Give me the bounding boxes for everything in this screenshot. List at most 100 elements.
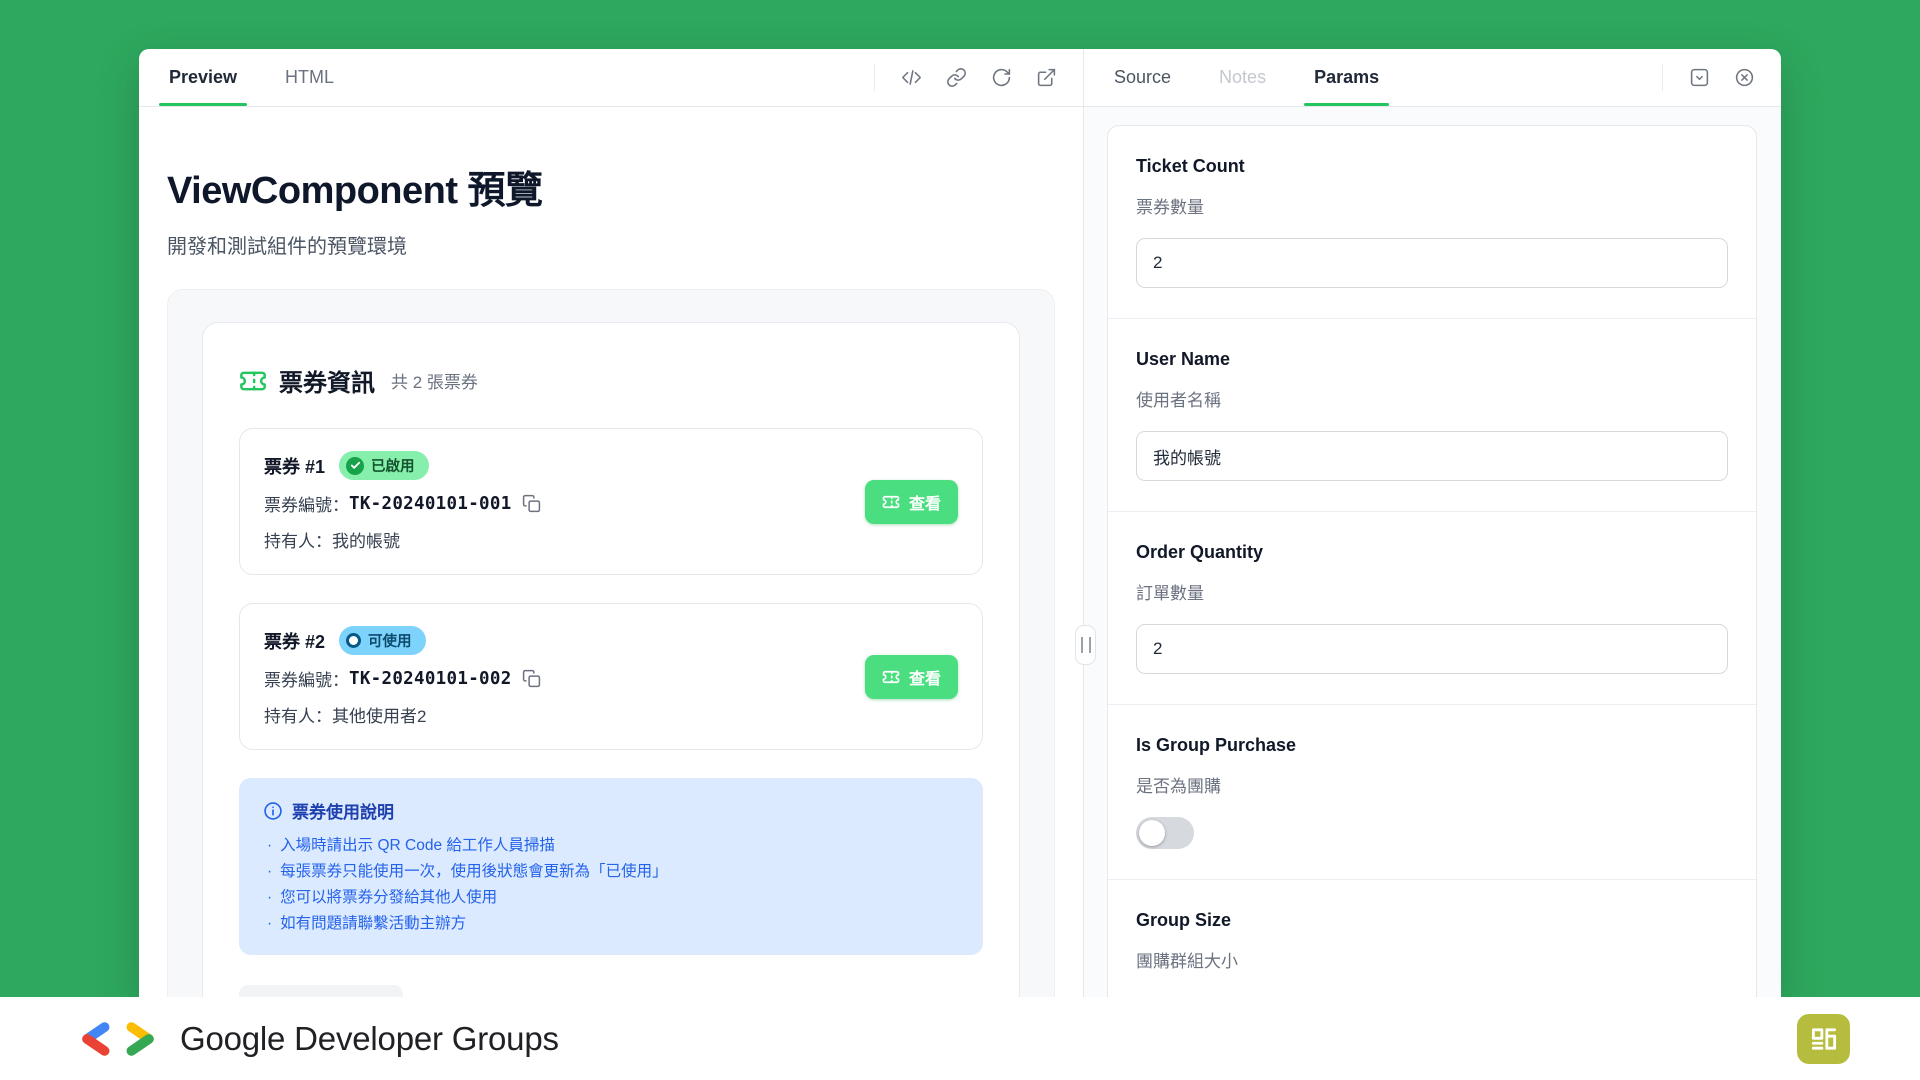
ticket-icon — [882, 668, 900, 686]
ticket-holder: 持有人：我的帳號 — [264, 527, 400, 552]
toolbar-spacer — [1379, 49, 1662, 106]
tab-preview[interactable]: Preview — [169, 49, 237, 106]
ticket-name: 票券 #1 — [264, 453, 325, 479]
tab-params[interactable]: Params — [1314, 49, 1379, 106]
badge-label: 可使用 — [368, 630, 412, 651]
bullet: · — [267, 859, 272, 885]
ticket-card: 票券 #2 可使用 票券編號： TK-20240101-002 — [239, 603, 983, 750]
ticket-count-label: 共 2 張票券 — [391, 368, 478, 393]
param-label: Ticket Count — [1136, 156, 1728, 177]
app-window: Preview HTML — [139, 49, 1781, 997]
link-icon[interactable] — [946, 67, 967, 88]
footer: Google Developer Groups — [0, 997, 1920, 1080]
param-section-user-name: User Name 使用者名稱 — [1108, 318, 1756, 511]
panel-actions — [1663, 49, 1781, 106]
copy-icon[interactable] — [522, 669, 541, 688]
toolbar: Preview HTML — [139, 49, 1781, 107]
status-badge-available: 可使用 — [339, 626, 426, 655]
info-list-item: · 您可以將票券分發給其他人使用 — [267, 885, 959, 911]
tab-html-label: HTML — [285, 67, 334, 88]
param-sublabel: 訂單數量 — [1136, 579, 1728, 604]
slide-background: Preview HTML — [0, 0, 1920, 1080]
panel-toggle-icon[interactable] — [1689, 67, 1710, 88]
ticket-number-label: 票券編號： — [264, 491, 349, 516]
param-section-order-quantity: Order Quantity 訂單數量 — [1108, 511, 1756, 704]
info-title: 票券使用說明 — [292, 798, 394, 823]
close-circle-icon[interactable] — [1734, 67, 1755, 88]
param-sublabel: 是否為團購 — [1136, 772, 1728, 797]
tab-notes-label: Notes — [1219, 67, 1266, 88]
refresh-icon[interactable] — [991, 67, 1012, 88]
split-panes: ViewComponent 預覽 開發和測試組件的預覽環境 票券資訊 共 2 張… — [139, 107, 1781, 997]
copy-icon[interactable] — [522, 494, 541, 513]
badge-label: 已啟用 — [371, 455, 415, 476]
page-subtitle: 開發和測試組件的預覽環境 — [167, 230, 1055, 259]
tab-preview-label: Preview — [169, 67, 237, 88]
ticket-section-header: 票券資訊 共 2 張票券 — [239, 363, 983, 398]
gdg-logo-icon — [80, 1020, 156, 1058]
preview-actions — [875, 49, 1083, 106]
view-button-label: 查看 — [909, 490, 941, 514]
grip-icon — [1081, 637, 1091, 653]
preview-canvas: 票券資訊 共 2 張票券 票券 #1 — [167, 289, 1055, 997]
section-title: 票券資訊 — [279, 363, 375, 398]
ticket-info: 票券 #1 已啟用 票券編號： — [264, 451, 865, 552]
tab-params-label: Params — [1314, 67, 1379, 88]
info-list-item: · 如有問題請聯繫活動主辦方 — [267, 911, 959, 937]
info-list-item: · 入場時請出示 QR Code 給工作人員掃描 — [267, 833, 959, 859]
ticket-info: 票券 #2 可使用 票券編號： TK-20240101-002 — [264, 626, 865, 727]
group-purchase-toggle[interactable] — [1136, 817, 1194, 849]
param-input-user-name[interactable] — [1136, 431, 1728, 481]
toggle-knob — [1139, 820, 1165, 846]
toolbar-right: Source Notes Params — [1084, 49, 1781, 106]
tab-notes[interactable]: Notes — [1219, 49, 1266, 106]
param-input-ticket-count[interactable] — [1136, 238, 1728, 288]
right-tab-bar: Source Notes Params — [1084, 49, 1379, 106]
info-text: 您可以將票券分發給其他人使用 — [280, 885, 497, 911]
tab-source[interactable]: Source — [1114, 49, 1171, 106]
bullet: · — [267, 885, 272, 911]
bullet: · — [267, 833, 272, 859]
params-pane: Ticket Count 票券數量 User Name 使用者名稱 Order … — [1084, 107, 1781, 997]
view-ticket-button[interactable]: 查看 — [865, 480, 958, 524]
preview-pane: ViewComponent 預覽 開發和測試組件的預覽環境 票券資訊 共 2 張… — [139, 107, 1084, 997]
page-title: ViewComponent 預覽 — [167, 159, 1055, 214]
param-input-order-quantity[interactable] — [1136, 624, 1728, 674]
pane-resize-handle[interactable] — [1075, 625, 1096, 665]
param-sublabel: 票券數量 — [1136, 193, 1728, 218]
ticket-icon — [882, 493, 900, 511]
info-list-item: · 每張票券只能使用一次，使用後狀態會更新為「已使用」 — [267, 859, 959, 885]
param-section-group-purchase: Is Group Purchase 是否為團購 — [1108, 704, 1756, 879]
param-label: User Name — [1136, 349, 1728, 370]
info-text: 每張票券只能使用一次，使用後狀態會更新為「已使用」 — [280, 859, 668, 885]
ticket-card: 票券 #1 已啟用 票券編號： — [239, 428, 983, 575]
ticket-holder: 持有人：其他使用者2 — [264, 702, 426, 727]
info-icon — [263, 801, 283, 821]
view-button-label: 查看 — [909, 665, 941, 689]
ticket-number: TK-20240101-002 — [349, 669, 512, 689]
info-text: 如有問題請聯繫活動主辦方 — [280, 911, 466, 937]
param-label: Order Quantity — [1136, 542, 1728, 563]
ticket-name: 票券 #2 — [264, 628, 325, 654]
check-icon — [346, 457, 364, 475]
external-link-icon[interactable] — [1036, 67, 1057, 88]
info-text: 入場時請出示 QR Code 給工作人員掃描 — [280, 833, 555, 859]
view-all-tickets-button[interactable]: 查看所有票券 — [239, 985, 403, 997]
param-label: Is Group Purchase — [1136, 735, 1728, 756]
ticket-number-label: 票券編號： — [264, 666, 349, 691]
param-section-ticket-count: Ticket Count 票券數量 — [1108, 126, 1756, 318]
ticket-number: TK-20240101-001 — [349, 494, 512, 514]
brand-name: Google Developer Groups — [180, 1020, 559, 1058]
param-section-group-size: Group Size 團購群組大小 — [1108, 879, 1756, 997]
param-sublabel: 使用者名稱 — [1136, 386, 1728, 411]
view-ticket-button[interactable]: 查看 — [865, 655, 958, 699]
bullet: · — [267, 911, 272, 937]
tab-html[interactable]: HTML — [285, 49, 334, 106]
ticket-icon — [239, 367, 267, 395]
code-icon[interactable] — [901, 67, 922, 88]
info-header: 票券使用說明 — [263, 798, 959, 823]
left-tab-bar: Preview HTML — [139, 49, 334, 106]
params-form: Ticket Count 票券數量 User Name 使用者名稱 Order … — [1107, 125, 1757, 997]
tab-source-label: Source — [1114, 67, 1171, 88]
toolbar-left: Preview HTML — [139, 49, 1084, 106]
